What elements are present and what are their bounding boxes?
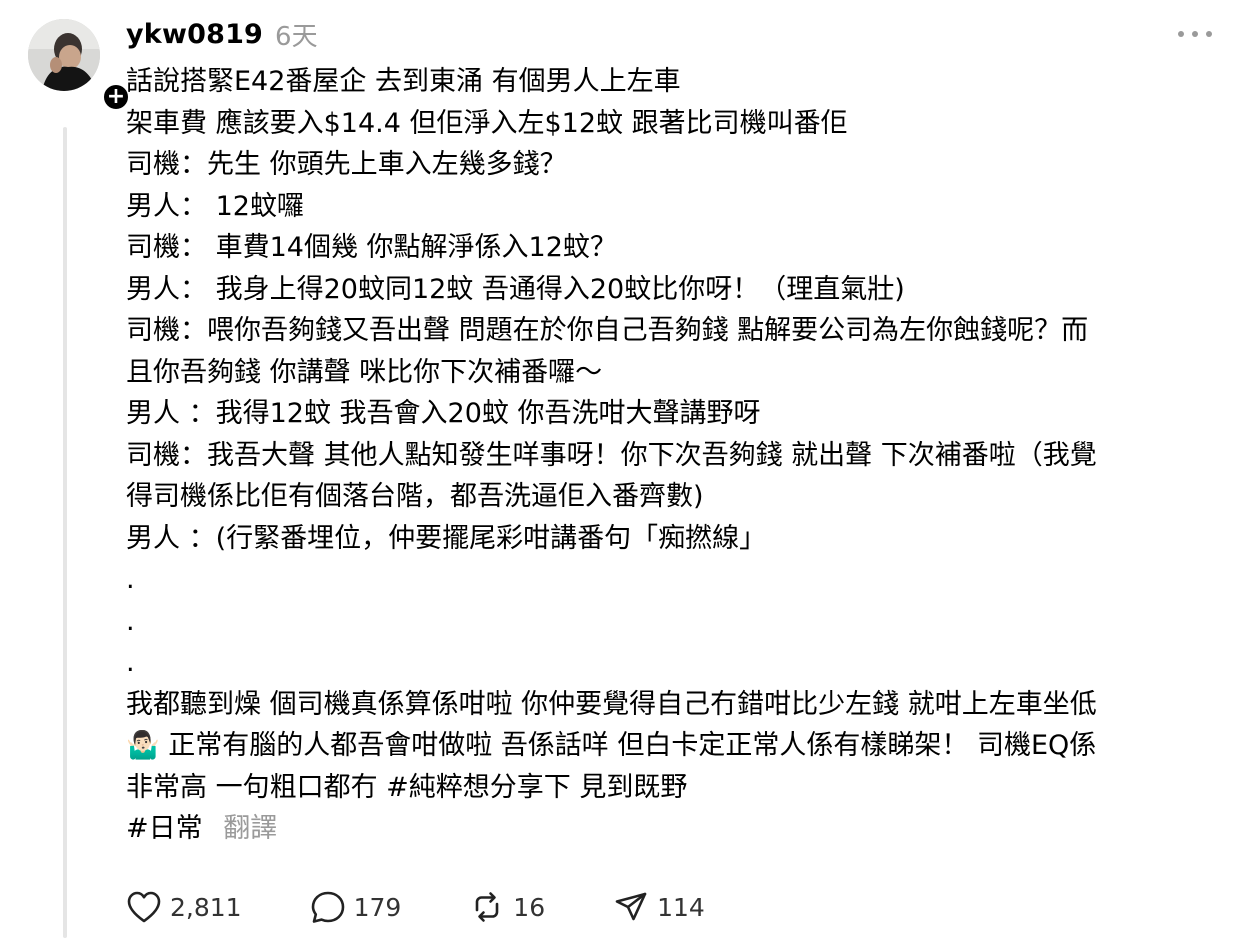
post-body-line: 非常高 一句粗口都冇 #純粹想分享下 見到既野 [126, 771, 688, 803]
like-count: 2,811 [170, 892, 242, 922]
like-button[interactable]: 2,811 [126, 890, 242, 924]
action-bar: 2,811 179 16 114 [126, 884, 773, 930]
post-body-line: . [126, 647, 135, 678]
post-body: 話說搭緊E42番屋企 去到東涌 有個男人上左車 架車費 應該要入$14.4 但佢… [126, 61, 1216, 850]
comment-button[interactable]: 179 [310, 890, 402, 924]
post-body-line: 且你吾夠錢 你講聲 咪比你下次補番囉～ [126, 356, 603, 388]
comment-count: 179 [353, 892, 402, 922]
avatar[interactable] [28, 19, 100, 91]
post-body-line: 話說搭緊E42番屋企 去到東涌 有個男人上左車 [126, 66, 681, 97]
repost-icon [475, 892, 499, 922]
post-body-line: 男人： 我身上得20蚊同12蚊 吾通得入20蚊比你呀！（理直氣壯) [126, 273, 905, 305]
post-body-line: 司機：我吾大聲 其他人點知發生咩事呀！你下次吾夠錢 就出聲 下次補番啦（我覺 [126, 439, 1097, 471]
more-dot [1192, 31, 1198, 37]
post-body-line: 司機：先生 你頭先上車入左幾多錢？ [126, 149, 567, 180]
share-count: 114 [657, 892, 705, 922]
post-body-line: 司機：喂你吾夠錢又吾出聲 問題在於你自己吾夠錢 點解要公司為左你蝕錢呢？而 [126, 315, 1089, 346]
avatar-photo-icon [28, 19, 100, 91]
heart-icon [127, 891, 161, 923]
post-body-line: 男人： 12蚊囉 [126, 190, 304, 222]
more-dot [1178, 31, 1184, 37]
post-body-line: 男人 ：(行緊番埋位，仲要擺尾彩咁講番句「痴撚線」 [126, 522, 767, 554]
post-header: ykw0819 6天 [126, 14, 318, 54]
more-dots-icon[interactable] [1178, 22, 1212, 46]
timestamp: 6天 [275, 21, 318, 52]
translate-button[interactable]: 翻譯 [223, 813, 277, 844]
repost-count: 16 [513, 892, 546, 922]
post-body-line: 架車費 應該要入$14.4 但佢淨入左$12蚊 跟著比司機叫番佢 [126, 107, 848, 139]
comment-bubble-icon [311, 891, 344, 923]
thread-line [63, 127, 67, 938]
post-body-line: . [126, 605, 135, 637]
threads-post: + ykw0819 6天 話說搭緊E42番屋企 去到東涌 有個男人上左車 架車費… [0, 0, 1240, 938]
more-dot [1206, 31, 1212, 37]
share-button[interactable]: 114 [613, 890, 705, 924]
post-body-line: 司機： 車費14個幾 你點解淨係入12蚊？ [126, 232, 617, 263]
post-body-line: . [126, 564, 135, 595]
hashtag-link[interactable]: #日常 [126, 813, 203, 844]
post-body-line: 🤷🏻‍♂️ 正常有腦的人都吾會咁做啦 吾係話咩 但白卡定正常人係有樣睇架！ 司機… [126, 730, 1097, 761]
post-tag-line: #日常 翻譯 [126, 808, 1216, 850]
post-body-line: 得司機係比佢有個落台階，都吾洗逼佢入番齊￼數) [126, 481, 704, 512]
avatar-container[interactable]: + [28, 19, 131, 112]
post-body-line: 男人 ：我得12蚊 我吾會入20蚊 你吾洗咁大聲講野呀 [126, 398, 761, 429]
username[interactable]: ykw0819 [126, 19, 263, 50]
post-body-line: 我都聽到燥 個司機真係算係咁啦 你仲要覺得自己冇錯咁比少左錢 就咁上左車坐低 [126, 688, 1097, 720]
send-icon [615, 892, 647, 921]
repost-button[interactable]: 16 [469, 890, 545, 924]
